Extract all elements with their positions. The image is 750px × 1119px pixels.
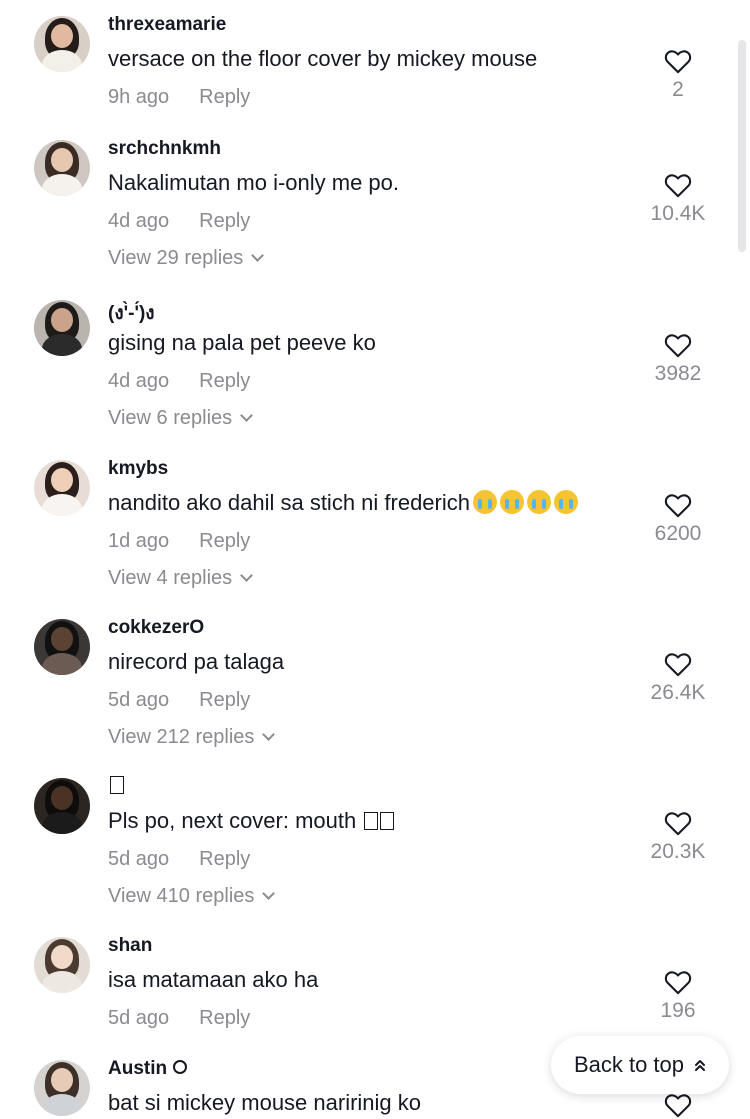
avatar[interactable]: [34, 140, 90, 196]
like-button[interactable]: 2: [618, 48, 738, 102]
chevron-down-icon: [262, 728, 276, 741]
comment-text-body: Pls po, next cover: mouth: [108, 808, 357, 833]
heart-icon[interactable]: [664, 172, 692, 198]
heart-icon[interactable]: [664, 651, 692, 677]
reply-button[interactable]: Reply: [199, 370, 250, 392]
comment-meta: 9h ago Reply: [108, 86, 250, 109]
comment-text-body: nandito ako dahil sa stich ni frederich: [108, 490, 470, 515]
like-count: 26.4K: [650, 681, 706, 704]
comment-text: Pls po, next cover: mouth: [108, 808, 395, 834]
heart-icon[interactable]: [664, 969, 692, 995]
comment-username[interactable]: Austin: [108, 1058, 188, 1080]
chevron-down-icon: [262, 887, 276, 900]
comment-text: nandito ako dahil sa stich ni frederich: [108, 490, 578, 516]
loudly-crying-emoji-icon: [473, 490, 497, 514]
heart-icon[interactable]: [664, 810, 692, 836]
unsupported-glyph-icon: [364, 812, 379, 830]
reply-button[interactable]: Reply: [199, 210, 250, 232]
comment-time: 5d ago: [108, 689, 170, 711]
loudly-crying-emoji-icon: [554, 490, 578, 514]
back-to-top-button[interactable]: Back to top: [551, 1036, 729, 1094]
chevron-down-icon: [240, 569, 254, 582]
like-count: 6200: [654, 522, 702, 545]
heart-icon[interactable]: [664, 332, 692, 358]
comment-username[interactable]: cokkezerO: [108, 617, 204, 639]
like-count: 10.4K: [650, 202, 706, 225]
like-button[interactable]: 10.4K: [618, 172, 738, 226]
chevron-down-icon: [240, 409, 254, 422]
comment-time: 4d ago: [108, 370, 170, 392]
comment-meta: 4d ago Reply: [108, 370, 250, 393]
avatar[interactable]: [34, 300, 90, 356]
unsupported-glyph-icon: [380, 812, 395, 830]
back-to-top-label: Back to top: [573, 1052, 685, 1077]
reply-button[interactable]: Reply: [199, 848, 250, 870]
reply-button[interactable]: Reply: [199, 1007, 250, 1029]
avatar[interactable]: [34, 619, 90, 675]
comment-meta: 1d ago Reply: [108, 530, 250, 553]
like-button[interactable]: 20.3K: [618, 810, 738, 864]
view-replies-button[interactable]: View 29 replies: [108, 247, 265, 270]
like-button[interactable]: 3982: [618, 332, 738, 386]
view-replies-button[interactable]: View 410 replies: [108, 885, 276, 908]
loudly-crying-emoji-icon: [500, 490, 524, 514]
comment-text: bat si mickey mouse naririnig ko: [108, 1090, 422, 1115]
comment-time: 1d ago: [108, 530, 170, 552]
view-replies-label: View 4 replies: [108, 567, 233, 589]
heart-icon[interactable]: [664, 1092, 692, 1118]
view-replies-button[interactable]: View 4 replies: [108, 567, 254, 590]
comment-username[interactable]: srchchnkmh: [108, 138, 221, 160]
view-replies-label: View 29 replies: [108, 247, 244, 269]
comment-username[interactable]: (ง'̀-'́)ง: [108, 298, 155, 328]
like-button[interactable]: 196: [618, 969, 738, 1023]
like-button[interactable]: 26.4K: [618, 651, 738, 705]
comment-text: versace on the floor cover by mickey mou…: [108, 46, 538, 71]
like-count: 2: [672, 78, 684, 101]
view-replies-label: View 212 replies: [108, 726, 255, 748]
comment-username[interactable]: kmybs: [108, 458, 168, 480]
comment-text: isa matamaan ako ha: [108, 967, 319, 992]
reply-button[interactable]: Reply: [199, 86, 250, 108]
comment-meta: 5d ago Reply: [108, 848, 250, 871]
comment-username[interactable]: threxeamarie: [108, 14, 226, 36]
double-chevron-up-icon: [695, 1060, 706, 1071]
comment-meta: 4d ago Reply: [108, 210, 250, 233]
view-replies-button[interactable]: View 212 replies: [108, 726, 276, 749]
view-replies-label: View 410 replies: [108, 885, 255, 907]
reply-button[interactable]: Reply: [199, 689, 250, 711]
like-count: 20.3K: [650, 840, 706, 863]
comment-time: 4d ago: [108, 210, 170, 232]
verified-badge-icon: [173, 1060, 188, 1074]
like-button[interactable]: [618, 1092, 738, 1118]
avatar[interactable]: [34, 937, 90, 993]
like-count: 196: [660, 999, 696, 1022]
comment-text: gising na pala pet peeve ko: [108, 330, 376, 355]
comment-text: Nakalimutan mo i-only me po.: [108, 170, 400, 195]
scrollbar[interactable]: [738, 40, 746, 252]
avatar[interactable]: [34, 460, 90, 516]
comment-time: 5d ago: [108, 1007, 170, 1029]
comment-meta: 5d ago Reply: [108, 689, 250, 712]
comment-username[interactable]: [108, 776, 124, 798]
heart-icon[interactable]: [664, 48, 692, 74]
avatar[interactable]: [34, 778, 90, 834]
comment-time: 5d ago: [108, 848, 170, 870]
like-count: 3982: [654, 362, 702, 385]
comment-text: nirecord pa talaga: [108, 649, 285, 674]
like-button[interactable]: 6200: [618, 492, 738, 546]
comment-username[interactable]: shan: [108, 935, 152, 957]
chevron-down-icon: [251, 249, 265, 262]
avatar[interactable]: [34, 16, 90, 72]
view-replies-label: View 6 replies: [108, 407, 233, 429]
avatar[interactable]: [34, 1060, 90, 1116]
view-replies-button[interactable]: View 6 replies: [108, 407, 254, 430]
loudly-crying-emoji-icon: [527, 490, 551, 514]
reply-button[interactable]: Reply: [199, 530, 250, 552]
comment-meta: 5d ago Reply: [108, 1007, 250, 1030]
heart-icon[interactable]: [664, 492, 692, 518]
comment-time: 9h ago: [108, 86, 170, 108]
unsupported-glyph-icon: [110, 776, 124, 794]
